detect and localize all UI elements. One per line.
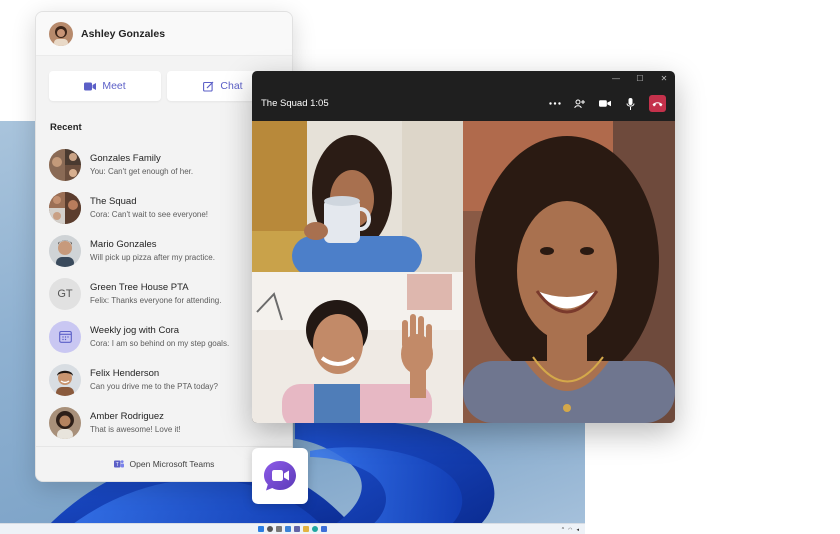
meet-button[interactable]: Meet: [49, 71, 161, 101]
chat-name: Weekly jog with Cora: [90, 325, 180, 336]
close-icon[interactable]: ✕: [659, 74, 669, 83]
chat-name: Gonzales Family: [90, 153, 161, 164]
search-icon[interactable]: [267, 526, 273, 532]
teams-logo-icon: [264, 461, 296, 491]
chat-preview: You: Can't get enough of her.: [90, 167, 194, 176]
meet-button-label: Meet: [102, 80, 126, 92]
avatar[interactable]: [49, 21, 73, 46]
system-tray: ^ ◠ ◂: [562, 527, 579, 533]
chat-compose-icon: [203, 81, 214, 92]
chat-preview: Felix: Thanks everyone for attending.: [90, 296, 222, 305]
svg-text:T: T: [115, 462, 118, 468]
chat-preview: Will pick up pizza after my practice.: [90, 253, 215, 262]
taskbar: ^ ◠ ◂: [0, 523, 585, 534]
chat-preview: Cora: Can't wait to see everyone!: [90, 210, 209, 219]
participants-icon[interactable]: [574, 98, 586, 110]
chat-button-label: Chat: [220, 80, 243, 92]
avatar-initials: GT: [49, 277, 81, 310]
explorer-icon[interactable]: [303, 526, 309, 532]
participant-video: [252, 272, 463, 423]
open-teams-label: Open Microsoft Teams: [129, 459, 215, 469]
video-tile[interactable]: [463, 121, 675, 423]
calendar-icon: [58, 330, 72, 343]
avatar: [49, 191, 81, 224]
participant-video: [463, 121, 675, 423]
teams-logo-icon: T: [113, 460, 124, 468]
chat-preview: That is awesome! Love it!: [90, 425, 181, 434]
person-photo-icon: [49, 406, 81, 439]
avatar: [49, 234, 81, 267]
video-camera-icon: [84, 82, 97, 90]
call-toolbar: The Squad 1:05: [252, 86, 675, 121]
chat-name: Felix Henderson: [90, 368, 160, 379]
start-icon[interactable]: [258, 526, 264, 532]
window-titlebar: — ☐ ✕: [252, 71, 675, 86]
avatar: [49, 148, 81, 181]
maximize-icon[interactable]: ☐: [635, 74, 645, 83]
chat-preview: Can you drive me to the PTA today?: [90, 382, 218, 391]
chat-name: The Squad: [90, 196, 137, 207]
chat-name: Mario Gonzales: [90, 239, 157, 250]
chat-name: Green Tree House PTA: [90, 282, 189, 293]
group-photo-icon: [49, 148, 81, 181]
avatar: [49, 406, 81, 439]
minimize-icon[interactable]: —: [611, 74, 621, 83]
chevron-up-icon[interactable]: ^: [562, 527, 564, 533]
flyout-header: Ashley Gonzales: [36, 12, 292, 56]
group-photo-icon: [49, 191, 81, 224]
person-photo-icon: [49, 234, 81, 267]
call-window: — ☐ ✕ The Squad 1:05: [252, 71, 675, 423]
avatar: [49, 363, 81, 396]
avatar: [49, 320, 81, 353]
video-grid: [252, 121, 675, 423]
hang-up-button[interactable]: [649, 95, 666, 112]
microphone-icon[interactable]: [624, 97, 636, 110]
teams-taskbar-icon[interactable]: [294, 526, 300, 532]
user-name: Ashley Gonzales: [81, 27, 166, 40]
video-tile[interactable]: [252, 272, 463, 423]
teams-app-tile[interactable]: [252, 448, 308, 504]
participant-video: [252, 121, 463, 272]
chat-preview: Cora: I am so behind on my step goals.: [90, 339, 230, 348]
wifi-icon[interactable]: ◠: [568, 527, 572, 533]
call-controls: [549, 95, 666, 112]
chat-name: Amber Rodriguez: [90, 411, 164, 422]
store-icon[interactable]: [321, 526, 327, 532]
edge-icon[interactable]: [312, 526, 318, 532]
video-tile[interactable]: [252, 121, 463, 272]
hang-up-icon: [652, 101, 663, 106]
volume-icon[interactable]: ◂: [576, 527, 579, 533]
person-photo-icon: [49, 363, 81, 396]
widgets-icon[interactable]: [285, 526, 291, 532]
task-view-icon[interactable]: [276, 526, 282, 532]
call-title: The Squad 1:05: [261, 98, 329, 109]
user-photo-icon: [49, 21, 73, 46]
camera-icon[interactable]: [599, 98, 611, 110]
more-options-icon[interactable]: [549, 98, 561, 110]
